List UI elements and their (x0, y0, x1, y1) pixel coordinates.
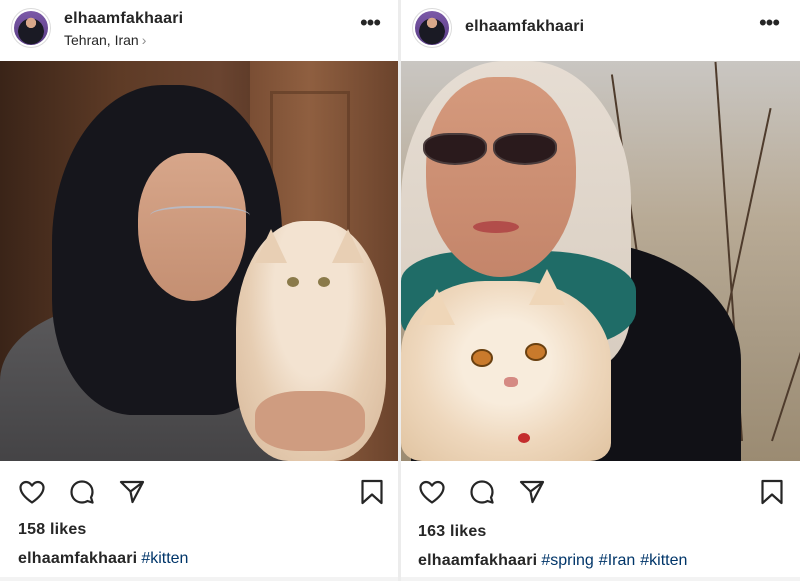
heart-icon[interactable] (18, 478, 46, 506)
heart-icon[interactable] (418, 478, 446, 506)
share-icon[interactable] (518, 478, 546, 506)
likes-count[interactable]: 163 likes (418, 523, 487, 541)
post-actions (401, 474, 800, 510)
chevron-right-icon: › (141, 32, 147, 48)
comment-icon[interactable] (68, 478, 96, 506)
avatar-image (14, 11, 48, 45)
post-actions (0, 474, 398, 510)
likes-count[interactable]: 158 likes (18, 521, 87, 539)
caption-username[interactable]: elhaamfakhaari (418, 552, 537, 569)
avatar[interactable] (11, 8, 51, 48)
caption: elhaamfakhaari #spring #Iran #kitten (418, 552, 687, 570)
avatar-image (415, 11, 449, 45)
comment-icon[interactable] (468, 478, 496, 506)
caption-username[interactable]: elhaamfakhaari (18, 550, 137, 567)
caption: elhaamfakhaari #kitten (18, 550, 188, 568)
share-icon[interactable] (118, 478, 146, 506)
avatar[interactable] (412, 8, 452, 48)
hashtag-link[interactable]: #kitten (640, 552, 687, 569)
more-options-icon[interactable]: ••• (758, 12, 780, 36)
bookmark-icon[interactable] (758, 478, 786, 506)
post-photo[interactable] (401, 61, 800, 461)
post-divider (0, 577, 398, 581)
instagram-post-right: elhaamfakhaari ••• 163 likes elhaamfakha… (401, 0, 800, 581)
bookmark-icon[interactable] (358, 478, 386, 506)
username-link[interactable]: elhaamfakhaari (64, 10, 183, 28)
post-header: elhaamfakhaari Tehran, Iran › ••• (0, 0, 398, 60)
location-link[interactable]: Tehran, Iran › (64, 32, 146, 48)
post-divider (401, 577, 800, 581)
post-header: elhaamfakhaari ••• (401, 0, 800, 60)
hashtag-link[interactable]: #kitten (141, 550, 188, 567)
hashtag-link[interactable]: #Iran (599, 552, 635, 569)
username-link[interactable]: elhaamfakhaari (465, 18, 584, 36)
location-text: Tehran, Iran (64, 32, 139, 48)
more-options-icon[interactable]: ••• (359, 12, 381, 36)
instagram-post-left: elhaamfakhaari Tehran, Iran› ••• 158 li (0, 0, 398, 581)
hashtag-link[interactable]: #spring (541, 552, 593, 569)
post-photo[interactable] (0, 61, 398, 461)
